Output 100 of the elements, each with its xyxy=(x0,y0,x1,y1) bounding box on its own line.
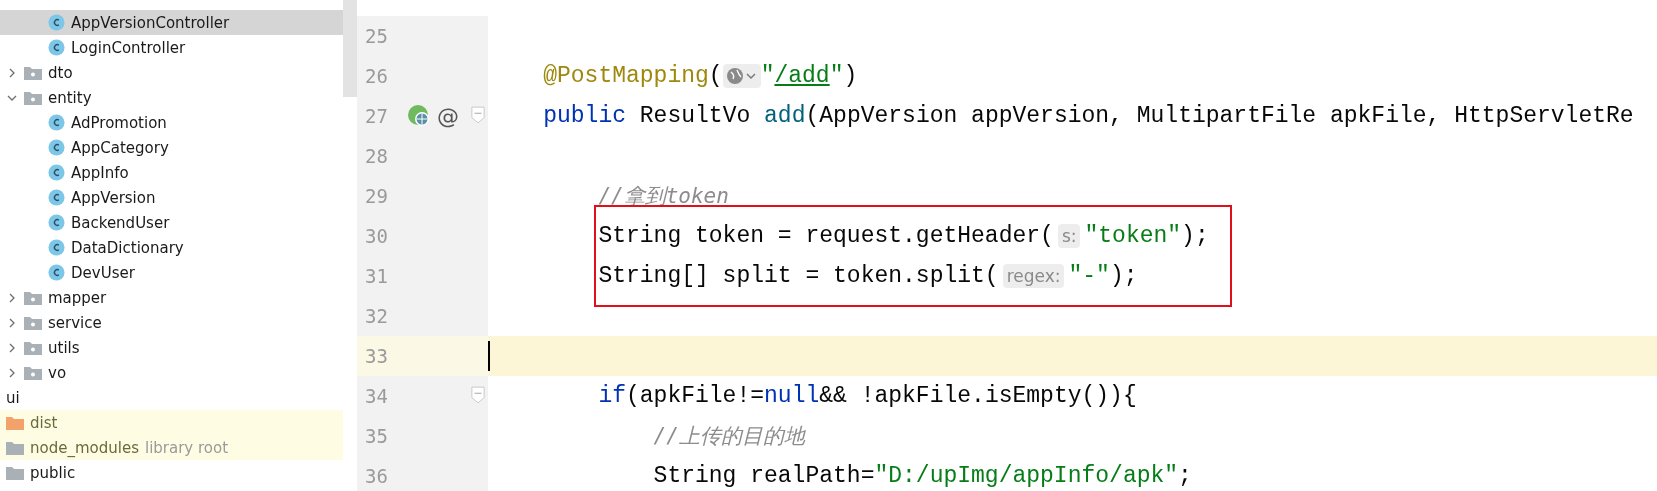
item-note: library root xyxy=(144,438,229,457)
globe-hint-icon[interactable] xyxy=(722,64,761,88)
package-icon xyxy=(24,65,42,80)
string-literal: "token" xyxy=(1084,223,1182,249)
string-literal: " xyxy=(760,63,775,89)
tree-item[interactable]: DataDictionary xyxy=(0,235,343,260)
package-icon xyxy=(24,340,42,355)
tree-item[interactable]: BackendUser xyxy=(0,210,343,235)
item-label: entity xyxy=(48,88,92,107)
class-icon xyxy=(48,114,65,131)
parameter-hint: s: xyxy=(1057,224,1081,248)
tree-item[interactable]: mapper xyxy=(0,285,343,310)
item-label: DataDictionary xyxy=(71,238,184,257)
class-icon xyxy=(48,139,65,156)
string-literal: "D:/upImg/appInfo/apk" xyxy=(874,463,1179,489)
keyword: public xyxy=(543,103,626,129)
item-label: service xyxy=(48,313,102,332)
tree-item[interactable]: AppInfo xyxy=(0,160,343,185)
tree-item[interactable]: node_modules library root xyxy=(0,435,343,460)
tree-item[interactable]: entity xyxy=(0,85,343,110)
class-icon xyxy=(48,164,65,181)
item-label: mapper xyxy=(48,288,107,307)
item-label: utils xyxy=(48,338,80,357)
code-text: ) xyxy=(843,63,858,89)
item-label: ui xyxy=(6,388,20,407)
line-number: 27 xyxy=(364,105,389,127)
class-icon xyxy=(48,214,65,231)
tree-item[interactable]: LoginController xyxy=(0,35,343,60)
line-number: 28 xyxy=(364,145,389,167)
code-text: String[] split = token.split( xyxy=(598,263,999,289)
code-text: String token = request.getHeader( xyxy=(598,223,1054,249)
code-text: String realPath= xyxy=(653,463,875,489)
tree-item[interactable]: utils xyxy=(0,335,343,360)
package-icon xyxy=(24,315,42,330)
scrollbar[interactable] xyxy=(343,0,357,97)
item-label: dist xyxy=(30,413,58,432)
item-label: dto xyxy=(48,63,73,82)
code-text: ); xyxy=(1181,223,1209,249)
class-icon xyxy=(48,39,65,56)
line-number: 31 xyxy=(364,265,389,287)
tree-item[interactable]: ui xyxy=(0,385,343,410)
code-comment: //拿到token xyxy=(598,183,729,210)
code-text: (AppVersion appVersion, MultipartFile apkFile, HttpServletRe xyxy=(805,103,1634,129)
folder-icon xyxy=(6,440,24,455)
parameter-hint: regex: xyxy=(1002,264,1065,288)
item-label: AppInfo xyxy=(71,163,129,182)
tree-item[interactable]: AppVersionController xyxy=(0,10,343,35)
item-label: DevUser xyxy=(71,263,135,282)
line-number: 33 xyxy=(364,345,389,367)
code-text: ResultVo xyxy=(638,103,752,129)
line-number: 32 xyxy=(364,305,389,327)
item-label: vo xyxy=(48,363,67,382)
package-icon xyxy=(24,365,42,380)
tree-item[interactable]: AppCategory xyxy=(0,135,343,160)
class-icon xyxy=(48,14,65,31)
tree-item[interactable]: vo xyxy=(0,360,343,385)
class-icon xyxy=(48,239,65,256)
tree-item[interactable]: dto xyxy=(0,60,343,85)
tree-item[interactable]: AdPromotion xyxy=(0,110,343,135)
item-label: BackendUser xyxy=(71,213,170,232)
tree-item[interactable]: public xyxy=(0,460,343,485)
tree-item[interactable]: DevUser xyxy=(0,260,343,285)
item-label: public xyxy=(30,463,76,482)
folder-icon xyxy=(6,465,24,480)
tree-item[interactable]: dist xyxy=(0,410,343,435)
string-literal: " xyxy=(829,63,844,89)
line-number: 34 xyxy=(364,385,389,407)
line-number: 30 xyxy=(364,225,389,247)
line-number: 26 xyxy=(364,65,389,87)
folder-icon xyxy=(6,415,24,430)
code-text: ( xyxy=(708,63,723,89)
text-caret xyxy=(488,341,490,371)
string-literal: "-" xyxy=(1068,263,1110,289)
package-icon xyxy=(24,290,42,305)
item-label: node_modules xyxy=(30,438,139,457)
package-icon xyxy=(24,90,42,105)
item-label: AppVersionController xyxy=(71,13,230,32)
class-icon xyxy=(48,264,65,281)
tree-item[interactable]: AppVersion xyxy=(0,185,343,210)
tree-item[interactable]: service xyxy=(0,310,343,335)
item-label: AppVersion xyxy=(71,188,156,207)
code-text: ; xyxy=(1178,463,1192,489)
method-name: add xyxy=(764,103,806,129)
code-text: && !apkFile.isEmpty()){ xyxy=(819,383,1137,409)
keyword: null xyxy=(764,383,820,409)
bean-globe-icon[interactable] xyxy=(407,104,431,128)
item-label: LoginController xyxy=(71,38,186,57)
keyword: if xyxy=(598,383,626,409)
item-label: AdPromotion xyxy=(71,113,167,132)
gutter-mark[interactable]: @ xyxy=(437,103,459,129)
annotation: @PostMapping xyxy=(543,63,709,89)
line-number: 35 xyxy=(364,425,389,447)
line-number: 29 xyxy=(364,185,389,207)
line-number: 25 xyxy=(364,25,389,47)
code-text: ); xyxy=(1109,263,1138,289)
code-text: (apkFile!= xyxy=(626,383,765,409)
line-number: 36 xyxy=(364,465,389,487)
item-label: AppCategory xyxy=(71,138,169,157)
code-comment: //上传的目的地 xyxy=(653,423,805,450)
class-icon xyxy=(48,189,65,206)
